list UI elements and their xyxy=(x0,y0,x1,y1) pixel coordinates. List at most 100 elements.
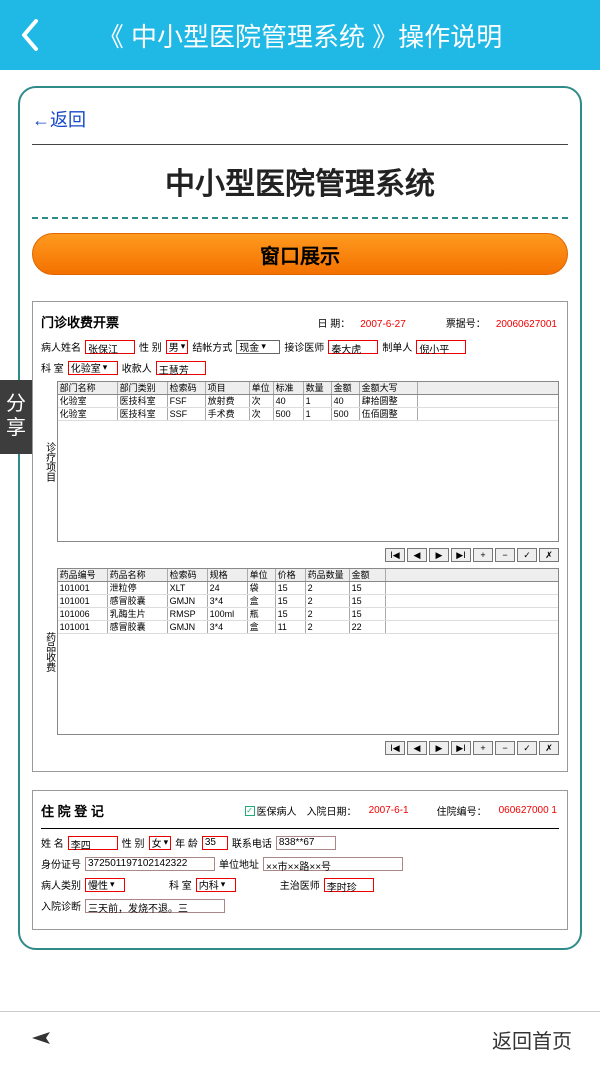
table-cell: 瓶 xyxy=(248,608,276,620)
gender2-select[interactable]: 女 xyxy=(149,836,172,850)
table-cell: 15 xyxy=(350,595,386,607)
pay-method-label: 结帐方式 xyxy=(192,339,232,354)
panel2-title: 住 院 登 记 xyxy=(41,801,104,820)
table-cell: FSF xyxy=(168,395,206,407)
table-cell: 15 xyxy=(350,608,386,620)
toolbar-button[interactable]: − xyxy=(495,741,515,755)
toolbar-button[interactable]: + xyxy=(473,741,493,755)
home-link[interactable]: 返回首页 xyxy=(492,1025,572,1054)
toolbar-button[interactable]: ▶I xyxy=(451,548,471,562)
attending-input[interactable]: 李时珍 xyxy=(324,878,374,892)
addr-input[interactable]: ××市××路××号 xyxy=(263,857,403,871)
patient-type-select[interactable]: 慢性 xyxy=(85,878,125,892)
table-cell: 40 xyxy=(332,395,360,407)
toolbar-button[interactable]: ✓ xyxy=(517,741,537,755)
table-cell: 101006 xyxy=(58,608,108,620)
table-cell: 100ml xyxy=(208,608,248,620)
page-title: 《 中小型医院管理系统 》操作说明 xyxy=(50,17,590,54)
table-cell: 化验室 xyxy=(58,395,118,407)
toolbar-button[interactable]: ◀ xyxy=(407,741,427,755)
patient-name-input[interactable]: 张保江 xyxy=(85,340,135,354)
table-cell: 乳酶生片 xyxy=(108,608,168,620)
diag-input[interactable]: 三天前，发烧不退。三 xyxy=(85,899,225,913)
enter-date-label: 入院日期： xyxy=(307,803,357,818)
table-cell: 22 xyxy=(350,621,386,633)
toolbar-button[interactable]: I◀ xyxy=(385,741,405,755)
table-cell: 24 xyxy=(208,582,248,594)
admission-panel: 住 院 登 记 ✓ 医保病人 入院日期： 2007-6-1 住院编号： 0606… xyxy=(32,790,568,930)
ticket-label: 票据号： xyxy=(446,315,486,330)
table-cell: 泄粒停 xyxy=(108,582,168,594)
items-grid: 部门名称部门类别检索码项目单位标准数量金额金额大写 化验室医技科室FSF放射费次… xyxy=(57,381,559,542)
col-header: 金额 xyxy=(332,382,360,394)
toolbar-button[interactable]: ▶ xyxy=(429,741,449,755)
share-tab[interactable]: 分 享 xyxy=(0,380,32,454)
table-row[interactable]: 101006乳酶生片RMSP100ml瓶15215 xyxy=(58,608,558,621)
back-link[interactable]: ←返回 xyxy=(32,106,86,132)
toolbar-button[interactable]: + xyxy=(473,548,493,562)
section-button[interactable]: 窗口展示 xyxy=(32,233,568,275)
table-cell: 15 xyxy=(276,608,306,620)
dept-label: 科 室 xyxy=(41,360,64,375)
back-button[interactable] xyxy=(10,15,50,55)
toolbar-button[interactable]: ▶ xyxy=(429,548,449,562)
pay-method-select[interactable]: 现金 xyxy=(236,340,280,354)
col-header: 金额 xyxy=(350,569,386,581)
bottom-back-button[interactable] xyxy=(28,1024,54,1055)
toolbar-button[interactable]: I◀ xyxy=(385,548,405,562)
name-input[interactable]: 李四 xyxy=(68,836,118,850)
table-row[interactable]: 化验室医技科室SSF手术费次5001500伍佰圆整 xyxy=(58,408,558,421)
dept2-label: 科 室 xyxy=(169,877,192,892)
table-cell: 101001 xyxy=(58,595,108,607)
insurance-checkbox[interactable]: ✓ 医保病人 xyxy=(245,803,297,818)
table-cell: 11 xyxy=(276,621,306,633)
table-row[interactable]: 101001感冒胶囊GMJN3*4盒11222 xyxy=(58,621,558,634)
gender-select[interactable]: 男 xyxy=(166,340,189,354)
col-header: 药品名称 xyxy=(108,569,168,581)
date-value: 2007-6-27 xyxy=(358,319,408,330)
enter-date-value: 2007-6-1 xyxy=(367,805,411,816)
toolbar-button[interactable]: ✗ xyxy=(539,741,559,755)
table-cell: 101001 xyxy=(58,621,108,633)
cashier-input[interactable]: 王慧芳 xyxy=(156,361,206,375)
table-row[interactable]: 101001感冒胶囊GMJN3*4盒15215 xyxy=(58,595,558,608)
dept2-select[interactable]: 内科 xyxy=(196,878,236,892)
table-row[interactable]: 101001泄粒停XLT24袋15215 xyxy=(58,582,558,595)
table-cell: 3*4 xyxy=(208,621,248,633)
col-header: 单位 xyxy=(250,382,274,394)
patient-type-label: 病人类别 xyxy=(41,877,81,892)
gender-label: 性 别 xyxy=(139,339,162,354)
phone-input[interactable]: 838**67 xyxy=(276,836,336,850)
table-cell: GMJN xyxy=(168,595,208,607)
col-header: 单位 xyxy=(248,569,276,581)
divider xyxy=(32,144,568,145)
creator-input[interactable]: 倪小平 xyxy=(416,340,466,354)
table-cell: 2 xyxy=(306,582,350,594)
age-input[interactable]: 35 xyxy=(202,836,228,850)
diag-label: 入院诊断 xyxy=(41,898,81,913)
col-header: 部门类别 xyxy=(118,382,168,394)
insurance-label: 医保病人 xyxy=(257,803,297,818)
arrow-left-icon xyxy=(28,1024,54,1050)
patient-name-label: 病人姓名 xyxy=(41,339,81,354)
id-label: 身份证号 xyxy=(41,856,81,871)
table-cell: 15 xyxy=(276,595,306,607)
dept-select[interactable]: 化验室 xyxy=(68,361,118,375)
cashier-label: 收款人 xyxy=(122,360,152,375)
items-section-label: 诊疗项目 xyxy=(41,381,55,542)
table-row[interactable]: 化验室医技科室FSF放射费次40140肆拾圆整 xyxy=(58,395,558,408)
table-cell: 次 xyxy=(250,408,274,420)
toolbar-button[interactable]: ◀ xyxy=(407,548,427,562)
toolbar-button[interactable]: ✓ xyxy=(517,548,537,562)
doctor-input[interactable]: 秦大虎 xyxy=(328,340,378,354)
col-header: 项目 xyxy=(206,382,250,394)
id-input[interactable]: 372501197102142322 xyxy=(85,857,215,871)
toolbar-button[interactable]: ▶I xyxy=(451,741,471,755)
col-header: 价格 xyxy=(276,569,306,581)
table-cell: 感冒胶囊 xyxy=(108,621,168,633)
toolbar-button[interactable]: − xyxy=(495,548,515,562)
table-cell: RMSP xyxy=(168,608,208,620)
toolbar-button[interactable]: ✗ xyxy=(539,548,559,562)
table-cell: 肆拾圆整 xyxy=(360,395,418,407)
attending-label: 主治医师 xyxy=(280,877,320,892)
